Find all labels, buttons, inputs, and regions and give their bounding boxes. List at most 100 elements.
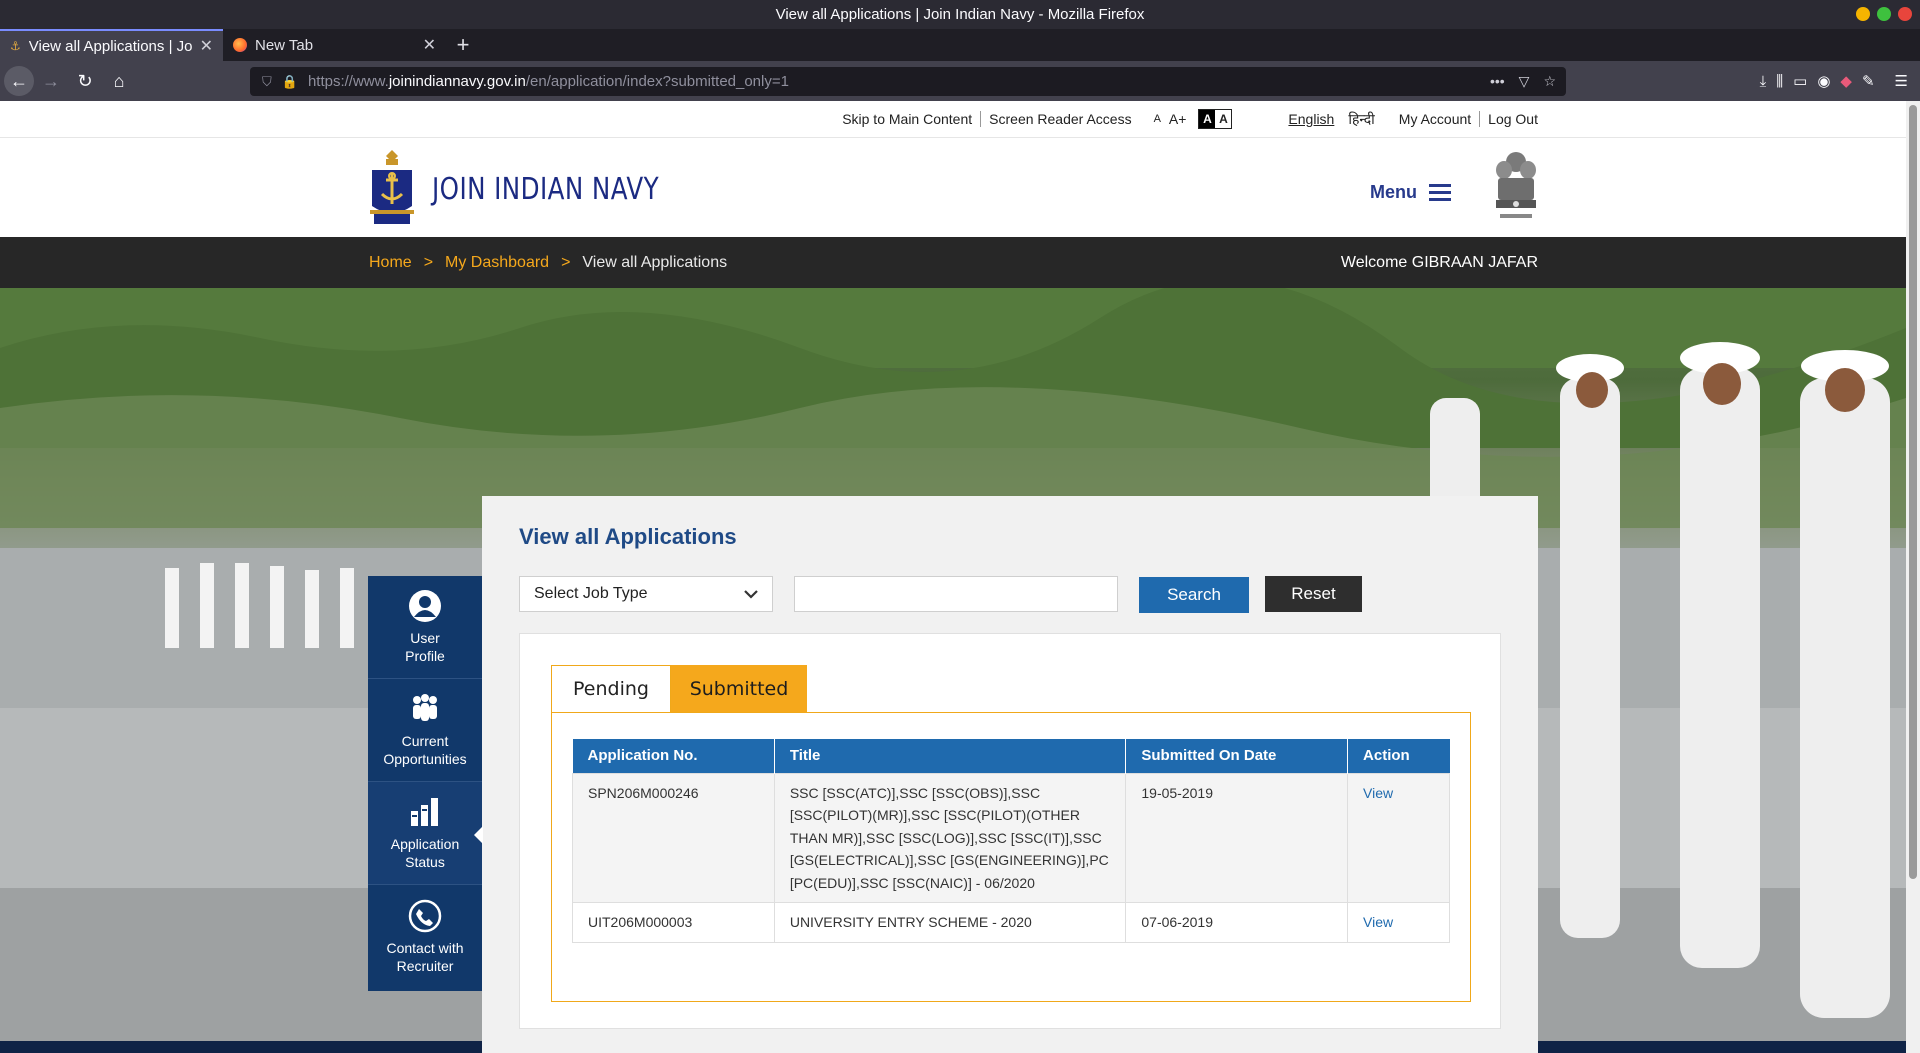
site-header: JOIN INDIAN NAVY Menu [0, 137, 1906, 237]
breadcrumb-current: View all Applications [582, 253, 728, 271]
action-cell: View [1347, 772, 1450, 903]
user-icon [409, 590, 441, 622]
language-hindi-link[interactable]: हिन्दी [1348, 110, 1374, 129]
sidebar-item-current-opportunities[interactable]: Current Opportunities [368, 679, 482, 782]
forward-button[interactable]: → [34, 64, 68, 98]
search-button[interactable]: Search [1139, 577, 1249, 613]
page-scrollbar[interactable] [1906, 101, 1920, 1053]
bookmark-star-icon[interactable]: ☆ [1543, 73, 1556, 90]
url-prefix: https://www. [307, 73, 389, 90]
chevron-down-icon [744, 590, 758, 599]
window-titlebar: View all Applications | Join Indian Navy… [0, 0, 1920, 29]
view-link[interactable]: View [1363, 914, 1393, 930]
tab-close-icon[interactable]: ✕ [423, 35, 436, 55]
shield-icon[interactable]: ⛉ [262, 74, 272, 90]
column-header: Submitted On Date [1125, 739, 1349, 773]
reload-button[interactable]: ↻ [68, 64, 102, 98]
sidebar-icon[interactable]: ▭ [1793, 72, 1807, 90]
column-header: Action [1347, 739, 1450, 773]
library-icon[interactable]: ⫼ [1776, 73, 1783, 90]
navy-crest-logo[interactable] [368, 148, 416, 232]
table-row: SPN206M000246 SSC [SSC(ATC)],SSC [SSC(OB… [572, 772, 1450, 903]
new-tab-button[interactable]: + [446, 29, 480, 61]
sidebar-label: Application [390, 836, 460, 852]
close-button[interactable] [1898, 7, 1912, 21]
logout-link[interactable]: Log Out [1488, 111, 1538, 127]
sidebar-item-contact-recruiter[interactable]: Contact with Recruiter [368, 885, 482, 988]
application-number: UIT206M000003 [572, 902, 775, 943]
home-button[interactable]: ⌂ [102, 64, 136, 98]
menu-label: Menu [1370, 182, 1417, 202]
url-path: /en/application/index?submitted_only=1 [525, 73, 789, 90]
back-button[interactable]: ← [4, 66, 34, 96]
downloads-icon[interactable]: ⤓ [1760, 73, 1767, 90]
breadcrumb-separator: > [423, 253, 434, 271]
submitted-tab-content: Application No. Title Submitted On Date … [551, 712, 1471, 1002]
applications-panel: Pending Submitted Application No. Title … [519, 633, 1501, 1029]
contrast-toggle: A A [1198, 109, 1233, 129]
job-type-select[interactable]: Select Job Type [519, 576, 773, 612]
sidebar-item-user-profile[interactable]: User Profile [368, 576, 482, 679]
extension-icon[interactable]: ◆ [1840, 72, 1852, 90]
minimize-button[interactable] [1856, 7, 1870, 21]
font-small-button[interactable]: A [1154, 113, 1161, 125]
skip-to-main-link[interactable]: Skip to Main Content [842, 111, 972, 127]
url-actions: ••• ▽ ☆ [1490, 73, 1556, 90]
tab-close-icon[interactable]: ✕ [200, 36, 213, 56]
divider [1479, 111, 1481, 127]
sidebar-label: Contact with [386, 939, 464, 956]
search-input[interactable] [794, 576, 1118, 612]
page-viewport: Skip to Main Content Screen Reader Acces… [0, 101, 1906, 1053]
navy-favicon-icon: ⚓ [10, 39, 21, 53]
lock-icon[interactable]: 🔒 [282, 74, 298, 90]
page-actions-icon[interactable]: ••• [1490, 73, 1505, 90]
breadcrumb-separator: > [561, 253, 571, 271]
submitted-date: 19-05-2019 [1125, 772, 1349, 903]
divider [980, 111, 982, 127]
column-header: Application No. [572, 739, 775, 773]
breadcrumb-home-link[interactable]: Home [369, 254, 412, 272]
application-title: UNIVERSITY ENTRY SCHEME - 2020 [773, 902, 1127, 943]
application-title: SSC [SSC(ATC)],SSC [SSC(OBS)],SSC [SSC(P… [773, 772, 1127, 903]
menu-button[interactable]: Menu [1370, 182, 1451, 203]
breadcrumb-dashboard-link[interactable]: My Dashboard [445, 254, 549, 272]
font-large-button[interactable]: A+ [1169, 111, 1187, 127]
breadcrumb: Home > My Dashboard > View all Applicati… [369, 254, 727, 272]
contrast-dark-button[interactable]: A [1199, 110, 1216, 128]
menu-hamburger-icon[interactable]: ☰ [1895, 72, 1908, 90]
reset-button[interactable]: Reset [1265, 576, 1362, 612]
job-type-selected-value: Select Job Type [534, 585, 648, 602]
screen-reader-link[interactable]: Screen Reader Access [989, 111, 1131, 127]
pocket-icon[interactable]: ▽ [1519, 73, 1530, 90]
sidebar-label: Status [405, 854, 445, 870]
brand-title[interactable]: JOIN INDIAN NAVY [432, 172, 659, 207]
browser-tab-newtab[interactable]: New Tab ✕ [223, 29, 446, 61]
sidebar-label: Profile [405, 648, 445, 664]
page-title: View all Applications [519, 524, 737, 549]
action-cell: View [1347, 902, 1450, 943]
account-icon[interactable]: ◉ [1817, 72, 1830, 90]
browser-tab-active[interactable]: ⚓ View all Applications | Join Indian Na… [0, 29, 223, 61]
scrollbar-thumb[interactable] [1909, 105, 1917, 879]
submitted-date: 07-06-2019 [1125, 902, 1349, 943]
contrast-light-button[interactable]: A [1215, 110, 1231, 128]
tab-submitted[interactable]: Submitted [671, 665, 807, 712]
sidebar-label: Opportunities [383, 751, 467, 767]
my-account-link[interactable]: My Account [1399, 111, 1471, 127]
status-tabs: Pending Submitted [551, 665, 807, 712]
national-emblem-icon [1496, 152, 1536, 218]
toolbar-right: ⤓ ⫼ ▭ ◉ ◆ ✎ ☰ [1760, 61, 1920, 101]
maximize-button[interactable] [1877, 7, 1891, 21]
applications-card: View all Applications Select Job Type Se… [482, 496, 1538, 1053]
tab-strip: ⚓ View all Applications | Join Indian Na… [0, 29, 1920, 61]
language-english-link[interactable]: English [1288, 111, 1334, 127]
url-bar[interactable]: ⛉ 🔒 https://www. joinindiannavy.gov.in/en… [250, 67, 1566, 96]
tab-pending[interactable]: Pending [551, 665, 671, 712]
sidebar-item-application-status[interactable]: Application Status [368, 782, 483, 885]
sidebar-label: Current [401, 733, 449, 749]
extension2-icon[interactable]: ✎ [1862, 72, 1875, 90]
column-header: Title [774, 739, 1127, 773]
view-link[interactable]: View [1363, 785, 1393, 801]
breadcrumb-bar: Home > My Dashboard > View all Applicati… [0, 237, 1906, 288]
table-row: UIT206M000003 UNIVERSITY ENTRY SCHEME - … [572, 902, 1450, 943]
